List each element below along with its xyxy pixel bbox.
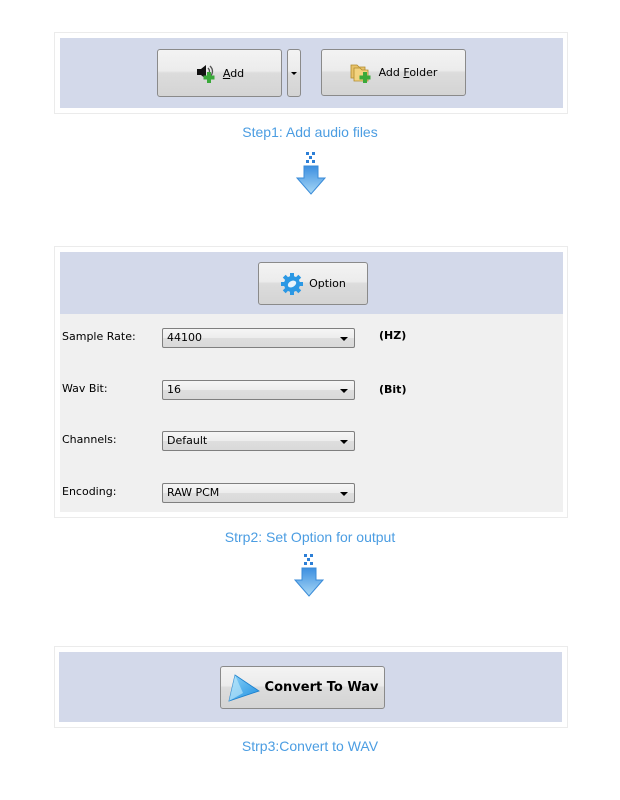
chevron-down-icon — [340, 492, 348, 496]
chevron-down-icon — [291, 71, 297, 75]
convert-to-wav-button[interactable]: Convert To Wav — [220, 666, 385, 709]
chevron-down-icon — [340, 389, 348, 393]
sample-rate-value: 44100 — [167, 331, 202, 344]
sample-rate-unit: (HZ) — [379, 329, 407, 342]
gear-icon — [280, 272, 304, 296]
down-arrow-icon — [295, 152, 327, 195]
wav-bit-label: Wav Bit: — [62, 382, 108, 395]
folder-add-icon — [350, 62, 374, 84]
convert-to-wav-label: Convert To Wav — [264, 680, 379, 695]
chevron-down-icon — [340, 337, 348, 341]
channels-value: Default — [167, 434, 208, 447]
option-button-label: Option — [309, 277, 346, 290]
step1-toolbar — [60, 38, 563, 108]
sample-rate-label: Sample Rate: — [62, 330, 136, 343]
wav-bit-select[interactable]: 16 — [162, 380, 355, 400]
channels-select[interactable]: Default — [162, 431, 355, 451]
add-folder-button[interactable]: Add Folder — [321, 49, 466, 96]
add-folder-button-label: Add Folder — [378, 66, 438, 79]
step2-caption: Strp2: Set Option for output — [224, 529, 396, 545]
speaker-add-icon — [195, 63, 217, 83]
wav-bit-unit: (Bit) — [379, 383, 407, 396]
sample-rate-select[interactable]: 44100 — [162, 328, 355, 348]
play-icon — [227, 673, 261, 703]
encoding-value: RAW PCM — [167, 486, 220, 499]
channels-label: Channels: — [62, 433, 117, 446]
wav-bit-value: 16 — [167, 383, 181, 396]
down-arrow-icon — [293, 554, 325, 597]
encoding-label: Encoding: — [62, 485, 117, 498]
step3-caption: Strp3:Convert to WAV — [241, 738, 379, 754]
option-button[interactable]: Option — [258, 262, 368, 305]
chevron-down-icon — [340, 440, 348, 444]
add-button[interactable]: Add — [157, 49, 282, 97]
encoding-select[interactable]: RAW PCM — [162, 483, 355, 503]
step1-caption: Step1: Add audio files — [242, 124, 378, 140]
add-button-label: Add — [222, 66, 245, 80]
add-dropdown-button[interactable] — [287, 49, 301, 97]
